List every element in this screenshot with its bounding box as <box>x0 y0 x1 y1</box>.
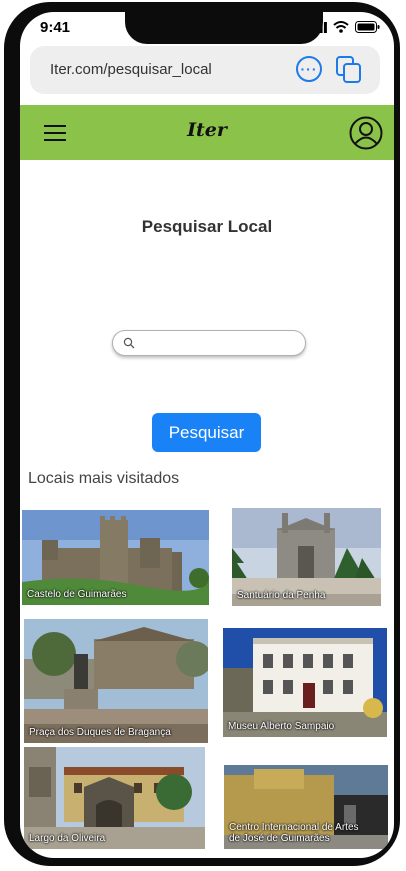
top-navbar: Iter <box>20 105 394 160</box>
url-text[interactable]: Iter.com/pesquisar_local <box>50 61 212 78</box>
place-card[interactable]: Museu Alberto Sampaio <box>223 628 387 737</box>
phone-frame: 9:41 Iter.com/pesquisar_local ··· Iter P… <box>4 2 400 866</box>
search-icon <box>123 337 135 349</box>
notch <box>125 12 323 44</box>
place-name: Museu Alberto Sampaio <box>228 721 335 732</box>
browser-url-bar[interactable]: Iter.com/pesquisar_local ··· <box>30 46 380 94</box>
search-button[interactable]: Pesquisar <box>152 413 261 452</box>
page-title: Pesquisar Local <box>141 217 273 236</box>
place-name: Castelo de Guimarães <box>27 589 127 600</box>
user-profile-icon[interactable] <box>349 116 383 150</box>
place-photo <box>24 619 208 743</box>
search-box[interactable] <box>112 330 306 356</box>
wifi-icon <box>333 21 349 33</box>
place-name: Praça dos Duques de Bragança <box>29 727 171 738</box>
place-card[interactable]: Castelo de Guimarães <box>22 510 209 605</box>
place-card[interactable]: Centro Internacional de Artes de José de… <box>224 765 388 849</box>
phone-screen: 9:41 Iter.com/pesquisar_local ··· Iter P… <box>20 12 394 858</box>
place-card[interactable]: Santuário da Penha <box>232 508 381 606</box>
place-card[interactable]: Largo da Oliveira <box>24 747 205 849</box>
battery-icon <box>355 21 380 33</box>
place-name: Santuário da Penha <box>237 590 326 601</box>
place-name: Largo da Oliveira <box>29 833 106 844</box>
brand-logo[interactable]: Iter <box>20 119 394 141</box>
place-card[interactable]: Praça dos Duques de Bragança <box>24 619 208 743</box>
section-title-popular: Locais mais visitados <box>28 470 180 487</box>
place-name: Centro Internacional de Artes de José de… <box>229 822 359 844</box>
more-options-icon[interactable]: ··· <box>296 56 322 82</box>
tabs-icon[interactable] <box>336 56 362 84</box>
search-input[interactable] <box>141 334 301 353</box>
status-time: 9:41 <box>40 19 71 36</box>
